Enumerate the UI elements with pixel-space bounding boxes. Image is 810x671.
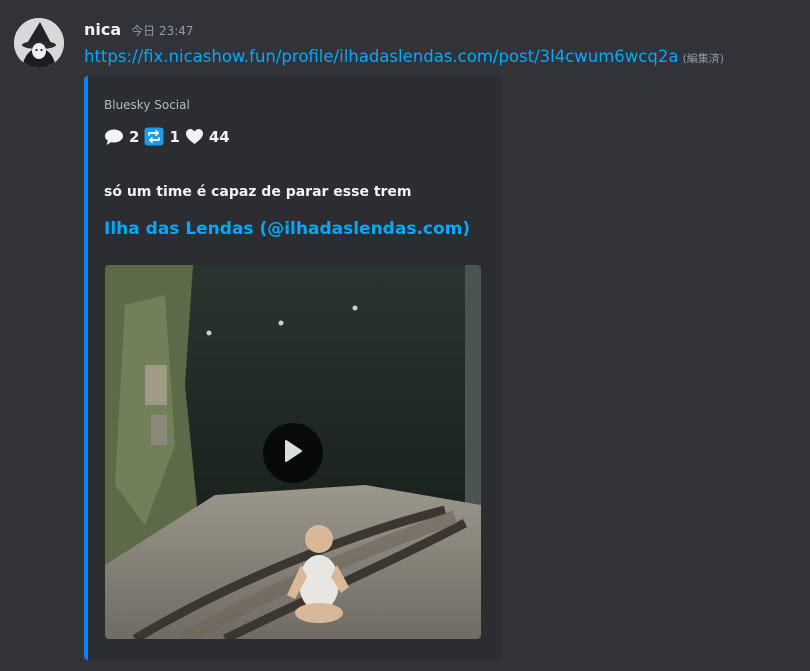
- embed-author-link[interactable]: Ilha das Lendas (@ilhadaslendas.com): [104, 219, 470, 239]
- embed-stats: 2 1 44: [104, 127, 235, 146]
- avatar[interactable]: [14, 18, 64, 68]
- play-icon: [282, 439, 304, 467]
- video-thumbnail[interactable]: [105, 265, 481, 639]
- repost-count: 1: [169, 127, 180, 146]
- repost-icon: [144, 127, 164, 146]
- play-button[interactable]: [263, 423, 323, 483]
- speech-bubble-icon: [104, 128, 124, 146]
- message-content: https://fix.nicashow.fun/profile/ilhadas…: [84, 47, 724, 66]
- heart-icon: [185, 128, 204, 145]
- like-count: 44: [208, 127, 230, 146]
- timestamp[interactable]: 今日 23:47: [131, 22, 193, 39]
- reply-count: 2: [129, 127, 140, 146]
- link-embed: Bluesky Social 2 1 44 só um time é capaz…: [84, 76, 502, 660]
- edited-label: (編集済): [682, 52, 725, 65]
- message-header: nica 今日 23:47: [84, 20, 194, 44]
- username[interactable]: nica: [84, 20, 121, 39]
- embed-description: só um time é capaz de parar esse trem: [104, 184, 412, 200]
- embed-provider: Bluesky Social: [104, 98, 190, 112]
- message-link[interactable]: https://fix.nicashow.fun/profile/ilhadas…: [84, 47, 678, 66]
